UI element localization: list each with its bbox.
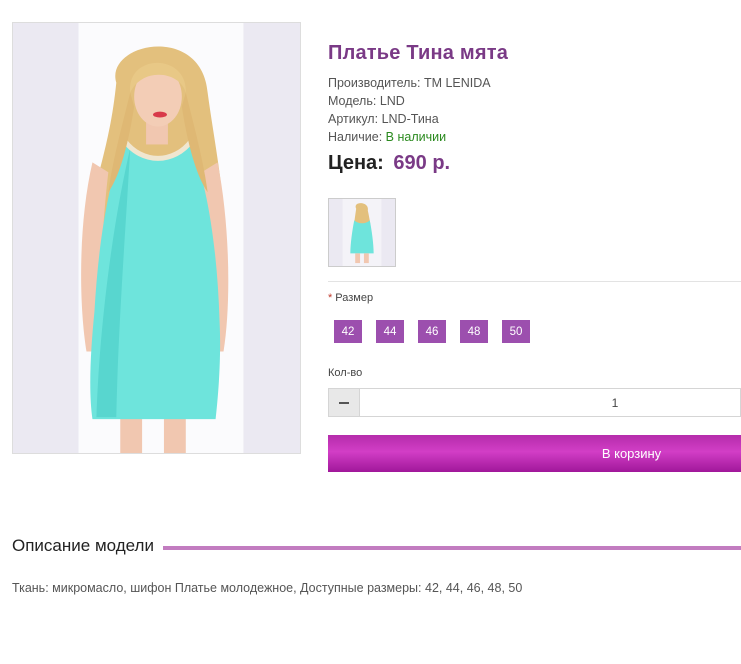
quantity-label: Кол-во: [328, 367, 363, 379]
minus-icon: [339, 401, 349, 404]
quantity-decrease-button[interactable]: [328, 388, 360, 417]
description-header: Описание модели: [12, 536, 741, 556]
manufacturer-label: Производитель:: [328, 76, 421, 90]
price-label: Цена:: [328, 152, 384, 174]
size-label-text: Размер: [335, 292, 374, 304]
size-option-46[interactable]: 46: [418, 320, 446, 343]
description-text: Ткань: микромасло, шифон Платье молодежн…: [12, 581, 523, 595]
description-heading: Описание модели: [12, 536, 154, 555]
manufacturer-row: Производитель: TM LENIDA: [328, 74, 491, 92]
manufacturer-value: TM LENIDA: [423, 76, 491, 90]
size-option-44[interactable]: 44: [376, 320, 404, 343]
model-row: Модель: LND: [328, 92, 491, 110]
model-value: LND: [379, 94, 405, 108]
options-divider: [328, 281, 741, 282]
quantity-stepper: [328, 388, 741, 417]
description-heading-line: [162, 545, 741, 550]
product-meta: Производитель: TM LENIDA Модель: LND Арт…: [328, 74, 491, 146]
product-title: Платье Тина мята: [328, 42, 509, 64]
size-option-42[interactable]: 42: [334, 320, 362, 343]
add-to-cart-button[interactable]: В корзину: [328, 435, 741, 472]
availability-label: Наличие:: [328, 130, 383, 144]
sku-row: Артикул: LND-Тина: [328, 110, 491, 128]
size-label: * Размер: [328, 292, 373, 304]
availability-row: Наличие: В наличии: [328, 128, 491, 146]
sku-label: Артикул:: [328, 112, 379, 126]
price-value: 690 р.: [393, 152, 451, 174]
thumbnail-image: [329, 199, 395, 266]
product-thumbnail[interactable]: [328, 198, 396, 267]
product-main-photo[interactable]: [12, 22, 301, 454]
quantity-input[interactable]: [360, 388, 741, 417]
size-option-50[interactable]: 50: [502, 320, 530, 343]
sku-value: LND-Тина: [381, 112, 439, 126]
availability-value: В наличии: [385, 130, 447, 144]
size-options: 42 44 46 48 50: [334, 320, 530, 343]
model-in-dress-image: [13, 23, 300, 453]
model-label: Модель:: [328, 94, 377, 108]
price-row: Цена: 690 р.: [328, 152, 450, 175]
size-option-48[interactable]: 48: [460, 320, 488, 343]
required-mark: *: [328, 292, 333, 304]
